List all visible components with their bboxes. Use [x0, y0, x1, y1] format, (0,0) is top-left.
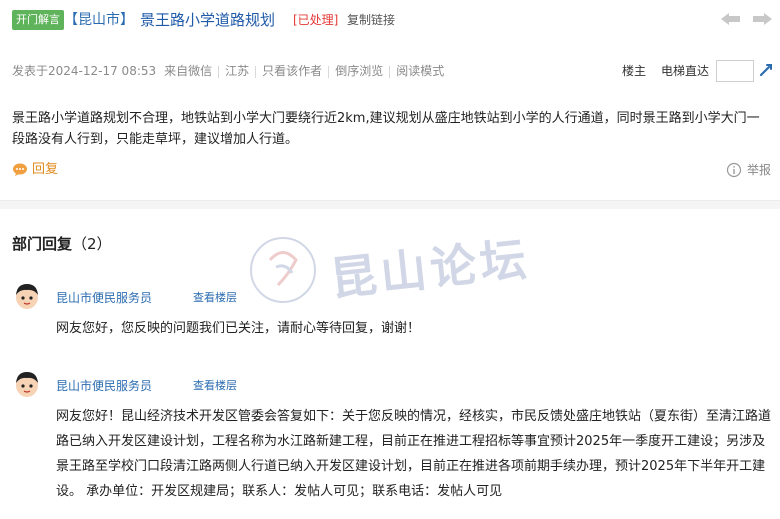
reply-content: 网友您好！昆山经济技术开发区管委会答复如下：关于您反映的情况，经核实，市民反馈处…: [56, 409, 772, 499]
city-tag[interactable]: 【昆山市】: [64, 9, 134, 31]
reply-content: 网友您好，您反映的问题我们已关注，请耐心等待回复，谢谢！: [56, 321, 421, 336]
post-title: 景王路小学道路规划: [140, 11, 276, 29]
thread-owner-label: 楼主: [622, 64, 647, 78]
post-region: 江苏: [225, 64, 250, 78]
view-floor-link[interactable]: 查看楼层: [193, 289, 237, 307]
department-replies-label: 部门回复: [12, 235, 73, 253]
only-author-link[interactable]: 只看该作者: [262, 63, 322, 79]
post-date: 发表于2024-12-17 08:53: [12, 64, 157, 78]
reply-button[interactable]: 回复: [12, 161, 58, 179]
reply-bubble-icon: [13, 163, 27, 176]
report-button[interactable]: 举报: [726, 161, 771, 179]
status-badge: [已处理]: [293, 13, 339, 27]
copy-link-button[interactable]: 复制链接: [347, 11, 395, 29]
user-avatar[interactable]: [14, 370, 40, 398]
reply-author[interactable]: 昆山市便民服务员: [56, 377, 152, 395]
meta-divider: [389, 65, 391, 78]
previous-thread-icon[interactable]: [720, 12, 742, 26]
meta-divider: [328, 65, 330, 78]
post-meta: 发表于2024-12-17 08:53 来自微信 江苏 只看该作者 倒序浏览 阅读模式: [12, 63, 444, 79]
meta-divider: [218, 65, 220, 78]
reply-author[interactable]: 昆山市便民服务员: [56, 289, 152, 307]
category-badge: 开门解言: [12, 10, 64, 30]
info-icon: [726, 162, 742, 178]
view-floor-link[interactable]: 查看楼层: [193, 377, 237, 395]
department-replies-title: 部门回复（2）: [12, 234, 112, 254]
goto-floor-icon[interactable]: [758, 62, 774, 78]
read-mode-link[interactable]: 阅读模式: [396, 63, 444, 79]
floor-number-input[interactable]: [716, 60, 754, 82]
section-divider: [0, 200, 780, 209]
post-source: 来自微信: [164, 64, 213, 78]
next-thread-icon[interactable]: [751, 12, 773, 26]
post-content: 景王路小学道路规划不合理，地铁站到小学大门要绕行近2km,建议规划从盛庄地铁站到…: [12, 111, 760, 147]
user-avatar[interactable]: [14, 282, 40, 310]
reply-label: 回复: [32, 162, 59, 177]
reply-count: （2）: [72, 235, 112, 253]
elevator-label: 电梯直达: [661, 64, 710, 78]
meta-divider: [255, 65, 257, 78]
report-label: 举报: [747, 163, 772, 177]
reverse-order-link[interactable]: 倒序浏览: [335, 63, 383, 79]
forum-watermark: 昆山论坛: [248, 215, 548, 315]
